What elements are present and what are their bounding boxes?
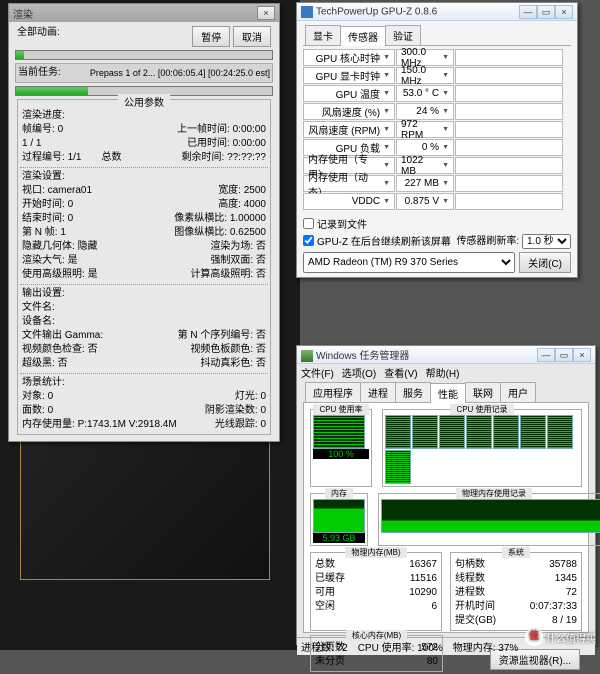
tab-services[interactable]: 服务 (395, 382, 431, 402)
sensor-value[interactable]: 0.875 V (396, 193, 454, 210)
mem-meter (313, 499, 365, 533)
sensor-grid: GPU 核心时钟300.0 MHzGPU 显卡时钟150.0 MHzGPU 温度… (303, 49, 571, 210)
sensor-value[interactable]: 150.0 MHz (396, 67, 454, 84)
task-label: 当前任务: (18, 66, 61, 80)
task-value: Prepass 1 of 2... [00:06:05.4] [00:24:25… (90, 66, 270, 80)
sensor-value[interactable]: 1022 MB (396, 157, 454, 174)
gpu-select[interactable]: AMD Radeon (TM) R9 370 Series (303, 252, 515, 273)
render-titlebar[interactable]: 渲染 × (9, 4, 279, 22)
tab-processes[interactable]: 进程 (360, 382, 396, 402)
watermark-logo: 值 (525, 628, 543, 646)
taskmgr-window: Windows 任务管理器 —▭× 文件(F) 选项(O) 查看(V) 帮助(H… (296, 345, 596, 645)
sensor-bar (455, 175, 563, 192)
sensor-bar (455, 85, 563, 102)
mem-history (381, 499, 600, 533)
sensor-bar (455, 67, 563, 84)
sensor-bar (455, 103, 563, 120)
minimize-icon[interactable]: — (519, 5, 537, 19)
gpuz-title: TechPowerUp GPU-Z 0.8.6 (316, 6, 437, 17)
chk-bg[interactable] (303, 235, 314, 246)
tab-sensors[interactable]: 传感器 (340, 26, 386, 46)
chk-log[interactable] (303, 218, 314, 229)
cancel-button[interactable]: 取消 (233, 26, 271, 47)
menu-file[interactable]: 文件(F) (301, 365, 334, 380)
menu-view[interactable]: 查看(V) (384, 365, 417, 380)
group-params: 公用参数 渲染进度: 帧编号: 0上一帧时间: 0:00:00 1 / 1已用时… (17, 99, 271, 435)
gpuz-icon (301, 6, 313, 18)
gpuz-tabs: 显卡 传感器 验证 (303, 25, 571, 46)
sensor-value[interactable]: 0 % (396, 139, 454, 156)
sensor-name[interactable]: 风扇速度 (%) (303, 103, 395, 120)
refresh-select[interactable]: 1.0 秒 (522, 234, 571, 249)
sensor-name[interactable]: 风扇速度 (RPM) (303, 121, 395, 138)
render-title: 渲染 (13, 6, 33, 21)
sensor-value[interactable]: 227 MB (396, 175, 454, 192)
sensor-bar (455, 49, 563, 66)
taskmgr-tabs: 应用程序 进程 服务 性能 联网 用户 (303, 382, 589, 403)
taskmgr-menu: 文件(F) 选项(O) 查看(V) 帮助(H) (297, 364, 595, 381)
sensor-name[interactable]: GPU 温度 (303, 85, 395, 102)
cpu-meter (313, 415, 365, 449)
overall-progress (15, 50, 273, 60)
gpuz-window: TechPowerUp GPU-Z 0.8.6 —▭× 显卡 传感器 验证 GP… (296, 2, 578, 278)
tab-network[interactable]: 联网 (465, 382, 501, 402)
menu-options[interactable]: 选项(O) (342, 365, 376, 380)
sensor-name[interactable]: VDDC (303, 193, 395, 210)
sensor-value[interactable]: 24 % (396, 103, 454, 120)
taskmgr-titlebar[interactable]: Windows 任务管理器 —▭× (297, 346, 595, 364)
close-icon[interactable]: × (257, 6, 275, 20)
tab-gpu[interactable]: 显卡 (305, 25, 341, 45)
tab-performance[interactable]: 性能 (430, 383, 466, 403)
maximize-icon[interactable]: ▭ (555, 348, 573, 362)
sensor-name[interactable]: GPU 显卡时钟 (303, 67, 395, 84)
sensor-bar (455, 121, 563, 138)
close-button[interactable]: 关闭(C) (519, 252, 571, 273)
help-icon[interactable]: ▭ (537, 5, 555, 19)
watermark: 值 什么值得买 (525, 628, 596, 646)
tab-validate[interactable]: 验证 (385, 25, 421, 45)
sensor-name[interactable]: 内存使用（动态） (303, 175, 395, 192)
sensor-name[interactable]: GPU 核心时钟 (303, 49, 395, 66)
cpu-cores (385, 415, 579, 484)
minimize-icon[interactable]: — (537, 348, 555, 362)
gpuz-titlebar[interactable]: TechPowerUp GPU-Z 0.8.6 —▭× (297, 3, 577, 21)
tab-apps[interactable]: 应用程序 (305, 382, 361, 402)
sensor-bar (455, 157, 563, 174)
sensor-bar (455, 139, 563, 156)
sensor-bar (455, 193, 563, 210)
close-icon[interactable]: × (573, 348, 591, 362)
tab-users[interactable]: 用户 (500, 382, 536, 402)
sensor-value[interactable]: 53.0 ° C (396, 85, 454, 102)
close-icon[interactable]: × (555, 5, 573, 19)
render-window: 渲染 × 全部动画: 暂停 取消 当前任务: Prepass 1 of 2...… (8, 3, 280, 442)
taskmgr-icon (301, 350, 313, 362)
section-title: 全部动画: (17, 26, 60, 47)
pause-button[interactable]: 暂停 (192, 26, 230, 47)
sensor-value[interactable]: 300.0 MHz (396, 49, 454, 66)
sensor-value[interactable]: 972 RPM (396, 121, 454, 138)
taskmgr-title: Windows 任务管理器 (316, 351, 409, 362)
menu-help[interactable]: 帮助(H) (426, 365, 460, 380)
